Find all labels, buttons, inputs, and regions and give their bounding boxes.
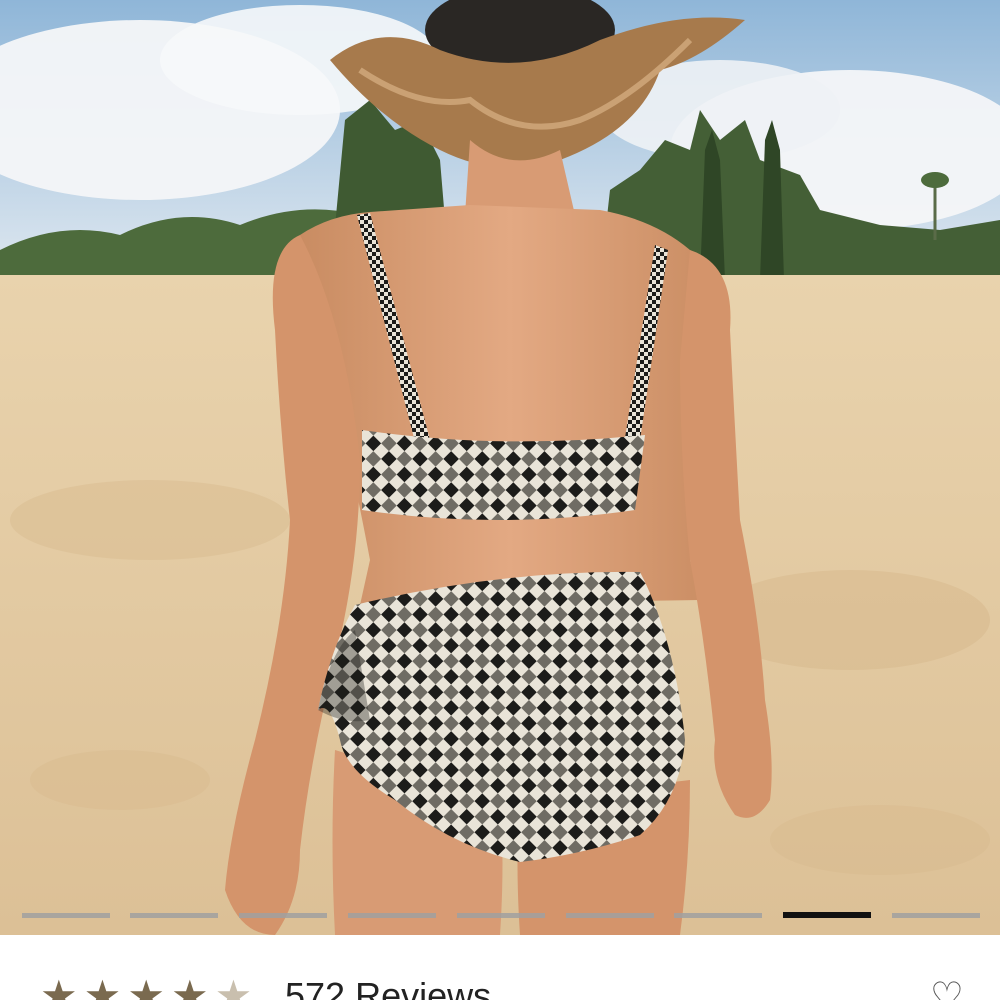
heart-outline-icon[interactable]: ♡ xyxy=(930,977,964,1000)
gallery-dot-5[interactable] xyxy=(457,913,545,918)
gallery-dot-6[interactable] xyxy=(566,913,654,918)
product-page: ★ ★ ★ ★ ★ 572 Reviews ♡ xyxy=(0,0,1000,1000)
star-icon: ★ xyxy=(40,972,78,1000)
half-star-icon: ★ xyxy=(214,972,253,1000)
star-icon: ★ xyxy=(170,972,209,1000)
gallery-dot-9[interactable] xyxy=(892,913,980,918)
gallery-dot-1[interactable] xyxy=(22,913,110,918)
gallery-dot-7[interactable] xyxy=(674,913,762,918)
review-count-link[interactable]: 572 Reviews xyxy=(285,975,491,1000)
product-image-gallery[interactable] xyxy=(0,0,1000,935)
gallery-dot-2[interactable] xyxy=(130,913,218,918)
star-rating[interactable]: ★ ★ ★ ★ ★ xyxy=(40,975,252,1000)
product-photo[interactable] xyxy=(0,0,1000,935)
gallery-dot-8-active[interactable] xyxy=(783,912,871,918)
star-icon: ★ xyxy=(83,972,122,1000)
gallery-pagination xyxy=(0,910,1000,922)
product-info-bar: ★ ★ ★ ★ ★ 572 Reviews ♡ xyxy=(0,935,1000,1000)
gallery-dot-3[interactable] xyxy=(239,913,327,918)
gallery-dot-4[interactable] xyxy=(348,913,436,918)
star-icon: ★ xyxy=(127,972,165,1000)
